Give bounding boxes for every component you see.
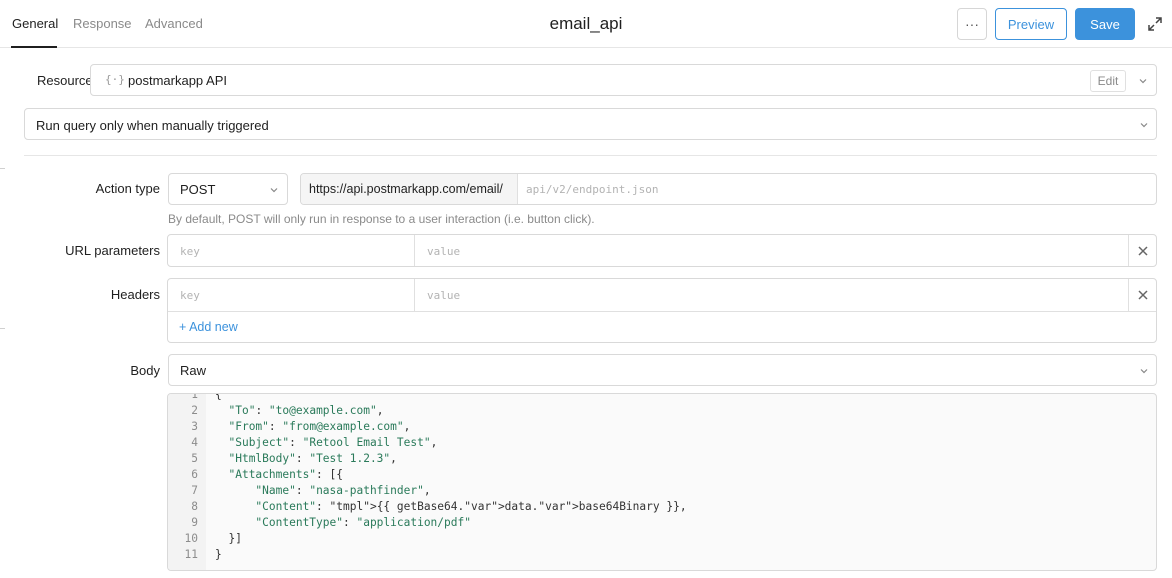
tab-general[interactable]: General (12, 16, 58, 31)
code-text: } (215, 548, 222, 561)
url-field: https://api.postmarkapp.com/email/ api/v… (300, 173, 1157, 205)
resource-value: postmarkapp API (128, 73, 227, 88)
code-text: "Name": "nasa-pathfinder", (255, 484, 431, 497)
http-method-value: POST (180, 182, 216, 197)
line-number: 2 (191, 404, 198, 417)
more-icon: ··· (965, 16, 979, 32)
trigger-mode-select[interactable]: Run query only when manually triggered (24, 108, 1157, 140)
column-divider (414, 235, 415, 266)
row-divider (168, 311, 1156, 312)
code-text: "Subject": "Retool Email Test", (228, 436, 438, 449)
code-text: "Content": "tmpl">{{ getBase64."var">dat… (255, 500, 687, 513)
code-text: "HtmlBody": "Test 1.2.3", (228, 452, 397, 465)
body-code-editor[interactable]: 1{2 "To": "to@example.com", 3 "From": "fr… (167, 393, 1157, 571)
edit-resource-button[interactable]: Edit (1090, 70, 1126, 92)
tab-advanced[interactable]: Advanced (145, 16, 203, 31)
line-number: 8 (191, 500, 198, 513)
header-key-input[interactable]: key (180, 289, 200, 302)
trigger-mode-value: Run query only when manually triggered (36, 118, 269, 133)
code-line: 2 "To": "to@example.com", (168, 403, 1156, 419)
expand-icon[interactable] (1146, 15, 1164, 33)
section-divider (24, 155, 1157, 156)
code-text: { (215, 393, 222, 401)
code-text: "To": "to@example.com", (228, 404, 384, 417)
code-line: 5 "HtmlBody": "Test 1.2.3", (168, 451, 1156, 467)
code-text: }] (215, 532, 242, 545)
close-icon[interactable] (1137, 245, 1149, 257)
headers-label: Headers (110, 287, 160, 302)
code-text: "Attachments": [{ (228, 468, 343, 481)
close-icon[interactable] (1137, 289, 1149, 301)
param-value-input[interactable]: value (427, 245, 460, 258)
body-type-value: Raw (180, 363, 207, 378)
line-number: 5 (191, 452, 198, 465)
chevron-down-icon (1140, 369, 1148, 374)
code-text: "ContentType": "application/pdf" (255, 516, 471, 529)
line-number: 6 (191, 468, 198, 481)
line-number: 3 (191, 420, 198, 433)
column-divider (1128, 279, 1129, 311)
code-line: 9 "ContentType": "application/pdf" (168, 515, 1156, 531)
chevron-down-icon (1139, 79, 1147, 84)
line-number: 7 (191, 484, 198, 497)
body-type-select[interactable]: Raw (168, 354, 1157, 386)
action-type-label: Action type (95, 181, 160, 196)
base-url-text: https://api.postmarkapp.com/email/ (309, 182, 503, 196)
base-url-prefix: https://api.postmarkapp.com/email/ (301, 174, 518, 204)
column-divider (414, 279, 415, 311)
resource-select[interactable]: {·} postmarkapp API Edit (90, 64, 1157, 96)
line-number: 9 (191, 516, 198, 529)
url-parameter-row: key value (167, 234, 1157, 267)
code-line: 3 "From": "from@example.com", (168, 419, 1156, 435)
query-title[interactable]: email_api (550, 14, 623, 33)
code-line: 1{ (168, 393, 1156, 403)
api-resource-icon: {·} (105, 73, 125, 86)
endpoint-path-input[interactable]: api/v2/endpoint.json (526, 183, 658, 196)
resource-label: Resource (37, 73, 93, 88)
code-line: 4 "Subject": "Retool Email Test", (168, 435, 1156, 451)
code-line: 6 "Attachments": [{ (168, 467, 1156, 483)
query-editor-header: General Response Advanced email_api ··· … (0, 0, 1172, 48)
chevron-down-icon (270, 188, 278, 193)
body-label: Body (130, 363, 160, 378)
tab-response[interactable]: Response (73, 16, 132, 31)
preview-button[interactable]: Preview (995, 8, 1067, 40)
headers-editor: key value + Add new (167, 278, 1157, 343)
active-tab-indicator (11, 46, 57, 48)
line-number: 4 (191, 436, 198, 449)
chevron-down-icon (1140, 123, 1148, 128)
code-line: 8 "Content": "tmpl">{{ getBase64."var">d… (168, 499, 1156, 515)
action-hint: By default, POST will only run in respon… (168, 212, 595, 226)
code-line: 7 "Name": "nasa-pathfinder", (168, 483, 1156, 499)
save-button[interactable]: Save (1075, 8, 1135, 40)
column-divider (1128, 235, 1129, 266)
code-line: 11} (168, 547, 1156, 563)
code-line: 10 }] (168, 531, 1156, 547)
add-header-button[interactable]: + Add new (179, 320, 238, 334)
code-text: "From": "from@example.com", (228, 420, 411, 433)
more-options-button[interactable]: ··· (957, 8, 987, 40)
edge-divider (0, 328, 5, 329)
url-parameters-label: URL parameters (65, 243, 160, 258)
line-number: 11 (184, 548, 198, 561)
line-number: 1 (191, 393, 198, 401)
header-value-input[interactable]: value (427, 289, 460, 302)
edge-divider (0, 168, 5, 169)
line-number: 10 (184, 532, 198, 545)
http-method-select[interactable]: POST (168, 173, 288, 205)
param-key-input[interactable]: key (180, 245, 200, 258)
